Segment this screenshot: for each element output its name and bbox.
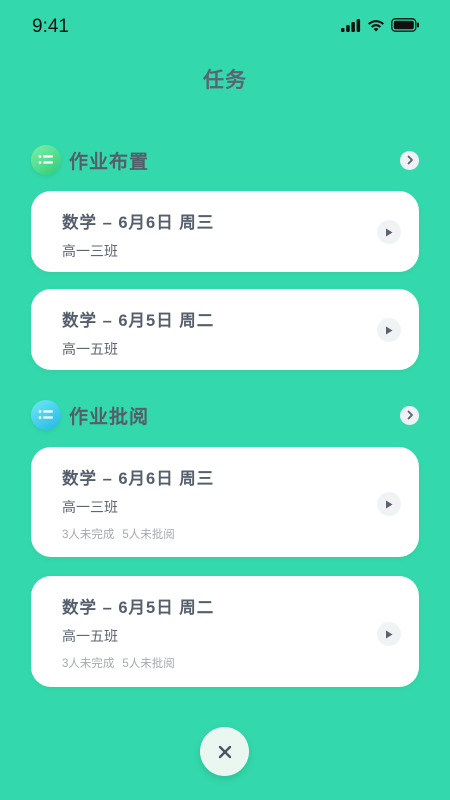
task-card[interactable]: 数学 – 6月5日 周二 高一五班 [31,289,419,370]
status-time: 9:41 [32,16,69,37]
card-class: 高一五班 [62,628,118,644]
battery-icon [391,18,419,32]
play-arrow-icon [386,500,393,508]
card-class: 高一五班 [62,341,118,357]
close-icon [218,745,231,758]
card-class: 高一三班 [62,499,118,515]
list-icon [31,400,61,430]
card-go-button[interactable] [377,622,401,646]
section-more-button[interactable] [400,150,419,170]
section-more-button[interactable] [400,405,419,425]
section-header-assign: 作业布置 [31,144,419,176]
card-title: 数学 – 6月6日 周三 [62,470,215,488]
task-screen: 9:41 任务 作业布置 数学 – 6月6日 周三 高一三班 数学 – 6月5日… [0,0,450,800]
card-title: 数学 – 6月5日 周二 [62,312,215,330]
section-title: 作业布置 [69,151,150,173]
section-title: 作业批阅 [69,406,150,428]
close-button[interactable] [200,727,249,776]
card-go-button[interactable] [377,220,401,244]
wifi-icon [368,19,384,31]
card-meta: 3人未完成 5人未批阅 [62,526,175,542]
status-bar: 9:41 [0,0,450,52]
list-icon [31,145,61,175]
review-card[interactable]: 数学 – 6月5日 周二 高一五班 3人未完成 5人未批阅 [31,576,419,687]
card-go-button[interactable] [377,318,401,342]
card-meta: 3人未完成 5人未批阅 [62,655,175,671]
task-card[interactable]: 数学 – 6月6日 周三 高一三班 [31,191,419,272]
play-arrow-icon [386,630,393,638]
play-arrow-icon [386,326,393,334]
unreviewed-count: 5人未批阅 [122,658,175,670]
chevron-right-icon [407,155,413,165]
play-arrow-icon [386,228,393,236]
card-title: 数学 – 6月5日 周二 [62,599,215,617]
review-card[interactable]: 数学 – 6月6日 周三 高一三班 3人未完成 5人未批阅 [31,447,419,557]
unreviewed-count: 5人未批阅 [122,529,175,541]
card-class: 高一三班 [62,243,118,259]
card-go-button[interactable] [377,492,401,516]
incomplete-count: 3人未完成 [62,529,115,541]
chevron-right-icon [407,410,413,420]
incomplete-count: 3人未完成 [62,658,115,670]
status-icons [341,18,420,32]
card-title: 数学 – 6月6日 周三 [62,214,215,232]
cellular-signal-icon [341,18,361,32]
page-title: 任务 [203,69,247,92]
section-header-review: 作业批阅 [31,399,419,431]
